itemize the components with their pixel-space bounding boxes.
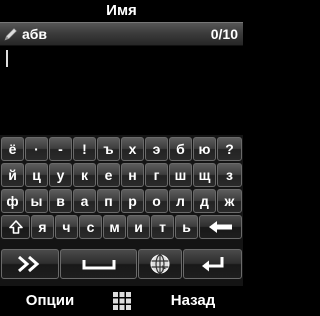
key[interactable]: у xyxy=(49,163,72,187)
key[interactable]: р xyxy=(121,189,144,213)
key[interactable]: е xyxy=(97,163,120,187)
key[interactable]: ш xyxy=(169,163,192,187)
space-bar-icon xyxy=(82,260,115,270)
key[interactable]: ж xyxy=(217,189,242,213)
key[interactable]: п xyxy=(97,189,120,213)
softkey-bar: Опции Назад xyxy=(0,286,243,315)
key[interactable]: к xyxy=(73,163,96,187)
key[interactable]: с xyxy=(79,215,102,239)
text-cursor xyxy=(6,50,8,67)
field-value: абв xyxy=(22,26,48,42)
back-softkey[interactable]: Назад xyxy=(143,286,243,315)
input-language-key[interactable] xyxy=(138,249,182,279)
key[interactable]: ы xyxy=(25,189,48,213)
key[interactable]: г xyxy=(145,163,168,187)
key[interactable]: ! xyxy=(73,137,96,161)
keyboard-function-row xyxy=(0,249,243,279)
shift-key[interactable] xyxy=(1,215,30,239)
key[interactable]: ф xyxy=(1,189,24,213)
key[interactable]: э xyxy=(145,137,168,161)
key[interactable]: в xyxy=(49,189,72,213)
shift-up-arrow-icon xyxy=(8,220,23,234)
key[interactable]: а xyxy=(73,189,96,213)
key[interactable]: ю xyxy=(193,137,216,161)
enter-key[interactable] xyxy=(183,249,242,279)
key[interactable]: ё xyxy=(1,137,24,161)
key[interactable]: ч xyxy=(55,215,78,239)
key[interactable]: й xyxy=(1,163,24,187)
double-chevron-right-icon xyxy=(18,255,40,273)
key[interactable]: ь xyxy=(175,215,198,239)
key[interactable]: я xyxy=(31,215,54,239)
backspace-key[interactable] xyxy=(199,215,242,239)
key[interactable]: ъ xyxy=(97,137,120,161)
menu-grid-icon[interactable] xyxy=(112,291,132,311)
key[interactable]: т xyxy=(151,215,174,239)
key[interactable]: щ xyxy=(193,163,216,187)
window-title: Имя xyxy=(0,0,243,22)
key[interactable]: ц xyxy=(25,163,48,187)
backspace-arrow-icon xyxy=(208,221,232,233)
key[interactable]: х xyxy=(121,137,144,161)
key[interactable]: · xyxy=(25,137,48,161)
enter-return-icon xyxy=(201,257,223,272)
character-counter: 0/10 xyxy=(210,26,238,42)
text-field-bar[interactable]: абв 0/10 xyxy=(0,22,243,46)
key[interactable]: - xyxy=(49,137,72,161)
pencil-icon xyxy=(3,26,19,42)
key[interactable]: ? xyxy=(217,137,242,161)
virtual-keyboard: ё · - ! ъ х э б ю ? й ц у к е н г ш щ з … xyxy=(0,135,243,286)
mode-switch-key[interactable] xyxy=(1,249,59,279)
space-key[interactable] xyxy=(60,249,137,279)
key[interactable]: о xyxy=(145,189,168,213)
options-softkey[interactable]: Опции xyxy=(0,286,100,315)
key[interactable]: з xyxy=(217,163,242,187)
key[interactable]: б xyxy=(169,137,192,161)
key[interactable]: д xyxy=(193,189,216,213)
key[interactable]: н xyxy=(121,163,144,187)
globe-icon xyxy=(150,254,170,274)
key[interactable]: л xyxy=(169,189,192,213)
key[interactable]: м xyxy=(103,215,126,239)
key[interactable]: и xyxy=(127,215,150,239)
